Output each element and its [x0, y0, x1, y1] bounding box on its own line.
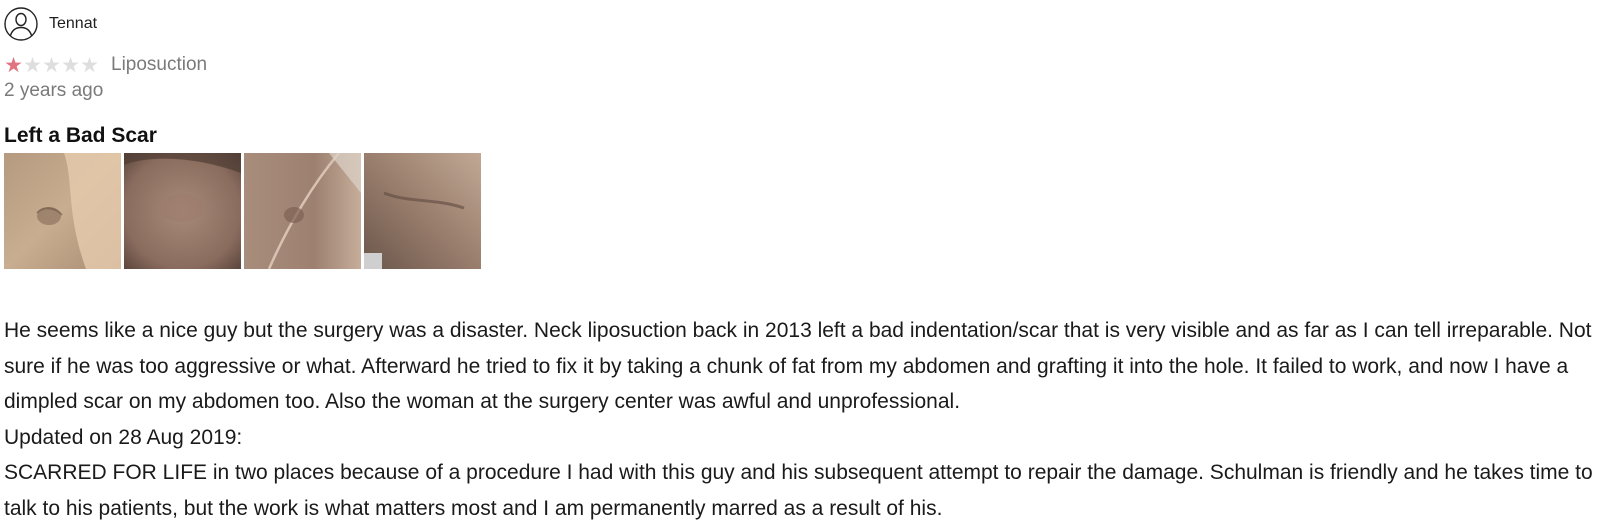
review-text: He seems like a nice guy but the surgery… [4, 319, 1592, 413]
reviewer-name[interactable]: Tennat [49, 15, 97, 33]
star-icon: ★ [42, 53, 61, 77]
review-photo-4[interactable] [364, 153, 481, 269]
review-photos [4, 153, 1594, 269]
star-icon: ★ [4, 53, 23, 77]
review-update-label: Updated on 28 Aug 2019: [4, 425, 243, 449]
procedure-label: Liposuction [111, 54, 208, 75]
review-photo-2[interactable] [124, 153, 241, 269]
reviewer-header: Tennat [4, 6, 1594, 42]
review-body: He seems like a nice guy but the surgery… [4, 313, 1594, 526]
review-update-text: SCARRED FOR LIFE in two places because o… [4, 461, 1593, 520]
review-time-ago: 2 years ago [4, 80, 104, 101]
rating-row: ★ ★ ★ ★ ★ Liposuction [4, 53, 1594, 77]
star-icon: ★ [23, 53, 42, 77]
review-card: Tennat ★ ★ ★ ★ ★ Liposuction 2 years ago… [4, 6, 1594, 526]
star-icon: ★ [80, 53, 99, 77]
review-photo-3[interactable] [244, 153, 361, 269]
star-icon: ★ [61, 53, 80, 77]
star-rating: ★ ★ ★ ★ ★ [4, 55, 99, 76]
review-title: Left a Bad Scar [4, 124, 157, 147]
user-avatar-icon[interactable] [4, 7, 38, 41]
review-photo-1[interactable] [4, 153, 121, 269]
